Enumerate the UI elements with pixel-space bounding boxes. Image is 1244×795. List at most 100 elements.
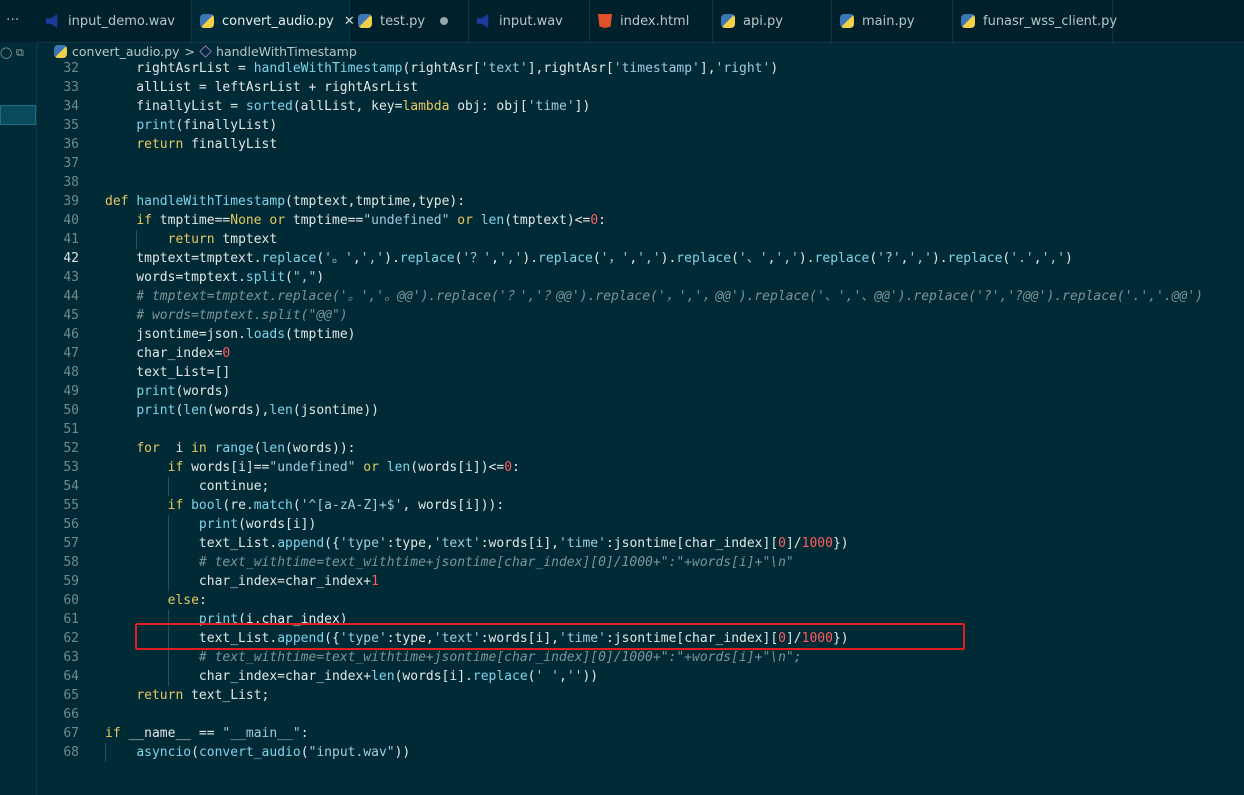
code-line-36[interactable]: 36 return finallyList [37, 135, 1244, 154]
code-text: # tmptext=tmptext.replace('。','。@@').rep… [136, 289, 1203, 304]
selected-explorer-item[interactable] [0, 105, 36, 125]
line-number: 52 [63, 441, 79, 456]
highlight-annotation-box [135, 623, 965, 650]
code-line-54[interactable]: 54 continue; [37, 477, 1244, 496]
code-line-34[interactable]: 34 finallyList = sorted(allList, key=lam… [37, 97, 1244, 116]
code-text: print(len(words),len(jsontime)) [136, 403, 379, 418]
tab-api-py[interactable]: api.py [713, 0, 832, 42]
breadcrumb-file[interactable]: convert_audio.py [72, 44, 180, 59]
code-line-68[interactable]: 68 asyncio(convert_audio("input.wav")) [37, 743, 1244, 762]
tab-label: funasr_wss_client.py [983, 13, 1118, 29]
code-line-67[interactable]: 67 if __name__ == "__main__": [37, 724, 1244, 743]
html-file-icon [598, 14, 612, 28]
code-line-38[interactable]: 38 [37, 173, 1244, 192]
line-number: 60 [63, 593, 79, 608]
code-line-55[interactable]: 55 if bool(re.match('^[a-zA-Z]+$', words… [37, 496, 1244, 515]
line-number: 50 [63, 403, 79, 418]
line-number: 57 [63, 536, 79, 551]
code-text: char_index=char_index+len(words[i].repla… [105, 669, 599, 684]
code-line-46[interactable]: 46 jsontime=json.loads(tmptime) [37, 325, 1244, 344]
editor-tab-bar: ··· input_demo.wav convert_audio.py ✕ test.… [0, 0, 1244, 43]
line-number: 66 [63, 707, 79, 722]
code-line-60[interactable]: 60 else: [37, 591, 1244, 610]
tab-funasr-wss-client-py[interactable]: funasr_wss_client.py [953, 0, 1117, 42]
tab-main-py[interactable]: main.py [832, 0, 953, 42]
code-line-43[interactable]: 43 words=tmptext.split(",") [37, 268, 1244, 287]
code-line-51[interactable]: 51 [37, 420, 1244, 439]
code-line-65[interactable]: 65 return text_List; [37, 686, 1244, 705]
python-file-icon [200, 14, 214, 28]
line-number: 38 [63, 175, 79, 190]
tab-convert-audio-py[interactable]: convert_audio.py ✕ [192, 0, 355, 42]
more-actions-icon[interactable]: ··· [6, 12, 19, 28]
code-text: return finallyList [136, 137, 278, 152]
code-line-37[interactable]: 37 [37, 154, 1244, 173]
code-text: # text_withtime=text_withtime+jsontime[c… [198, 555, 794, 570]
code-line-47[interactable]: 47 char_index=0 [37, 344, 1244, 363]
code-line-56[interactable]: 56 print(words[i]) [37, 515, 1244, 534]
line-number: 36 [63, 137, 79, 152]
line-number: 51 [63, 422, 79, 437]
code-line-40[interactable]: 40 if tmptime==None or tmptime=="undefin… [37, 211, 1244, 230]
code-text: return tmptext [167, 232, 278, 247]
line-number: 47 [63, 346, 79, 361]
code-text: words=tmptext.split(",") [105, 270, 325, 285]
code-text: # words=tmptext.split("@@") [136, 308, 348, 323]
tab-test-py[interactable]: test.py [350, 0, 469, 42]
tab-index-html[interactable]: index.html [590, 0, 713, 42]
line-number: 43 [63, 270, 79, 285]
tab-input-wav[interactable]: input.wav [469, 0, 590, 42]
line-number: 48 [63, 365, 79, 380]
code-line-49[interactable]: 49 print(words) [37, 382, 1244, 401]
line-number: 35 [63, 118, 79, 133]
line-number: 39 [63, 194, 79, 209]
tab-input-demo-wav[interactable]: input_demo.wav [38, 0, 192, 42]
code-line-39[interactable]: 39 def handleWithTimestamp(tmptext,tmptim… [37, 192, 1244, 211]
code-line-35[interactable]: 35 print(finallyList) [37, 116, 1244, 135]
code-text: rightAsrList = handleWithTimestamp(right… [105, 61, 779, 76]
code-text: return text_List; [136, 688, 270, 703]
code-line-58[interactable]: 58 # text_withtime=text_withtime+jsontim… [37, 553, 1244, 572]
python-file-icon [358, 14, 372, 28]
line-number: 44 [63, 289, 79, 304]
line-number: 65 [63, 688, 79, 703]
code-line-42[interactable]: 42 tmptext=tmptext.replace('。',',').repl… [37, 249, 1244, 268]
indent-guide [167, 515, 169, 591]
indent-guide [167, 477, 169, 496]
line-number: 49 [63, 384, 79, 399]
tab-label: input_demo.wav [68, 13, 176, 29]
line-number: 67 [63, 726, 79, 741]
wav-file-icon [477, 14, 489, 28]
code-line-50[interactable]: 50 print(len(words),len(jsontime)) [37, 401, 1244, 420]
line-number: 32 [63, 61, 79, 76]
code-line-41[interactable]: 41 return tmptext [37, 230, 1244, 249]
breadcrumb-symbol[interactable]: handleWithTimestamp [216, 44, 357, 59]
code-text: print(words) [136, 384, 231, 399]
code-line-48[interactable]: 48 text_List=[] [37, 363, 1244, 382]
explorer-edge: ◯ ⧉ [0, 42, 37, 795]
line-number: 41 [63, 232, 79, 247]
code-line-32[interactable]: 32 rightAsrList = handleWithTimestamp(ri… [37, 59, 1244, 78]
code-line-63[interactable]: 63 # text_withtime=text_withtime+jsontim… [37, 648, 1244, 667]
code-line-33[interactable]: 33 allList = leftAsrList + rightAsrList [37, 78, 1244, 97]
collapse-icon[interactable]: ◯ [0, 46, 12, 59]
python-file-icon [54, 44, 67, 58]
code-editor[interactable]: 32 rightAsrList = handleWithTimestamp(ri… [37, 59, 1244, 795]
python-file-icon [721, 14, 735, 28]
code-text: text_List=[] [105, 365, 231, 380]
code-text: print(finallyList) [136, 118, 278, 133]
unsaved-dot-icon[interactable] [440, 17, 448, 25]
code-line-66[interactable]: 66 [37, 705, 1244, 724]
code-line-45[interactable]: 45 # words=tmptext.split("@@") [37, 306, 1244, 325]
code-line-59[interactable]: 59 char_index=char_index+1 [37, 572, 1244, 591]
line-number: 62 [63, 631, 79, 646]
code-line-57[interactable]: 57 text_List.append({'type':type,'text':… [37, 534, 1244, 553]
code-line-52[interactable]: 52 for i in range(len(words)): [37, 439, 1244, 458]
code-text: tmptext=tmptext.replace('。',',').replace… [105, 251, 1073, 266]
line-number: 53 [63, 460, 79, 475]
copy-icon[interactable]: ⧉ [16, 46, 24, 60]
code-line-53[interactable]: 53 if words[i]=="undefined" or len(words… [37, 458, 1244, 477]
line-number: 37 [63, 156, 79, 171]
code-line-64[interactable]: 64 char_index=char_index+len(words[i].re… [37, 667, 1244, 686]
code-line-44[interactable]: 44 # tmptext=tmptext.replace('。','。@@').… [37, 287, 1244, 306]
